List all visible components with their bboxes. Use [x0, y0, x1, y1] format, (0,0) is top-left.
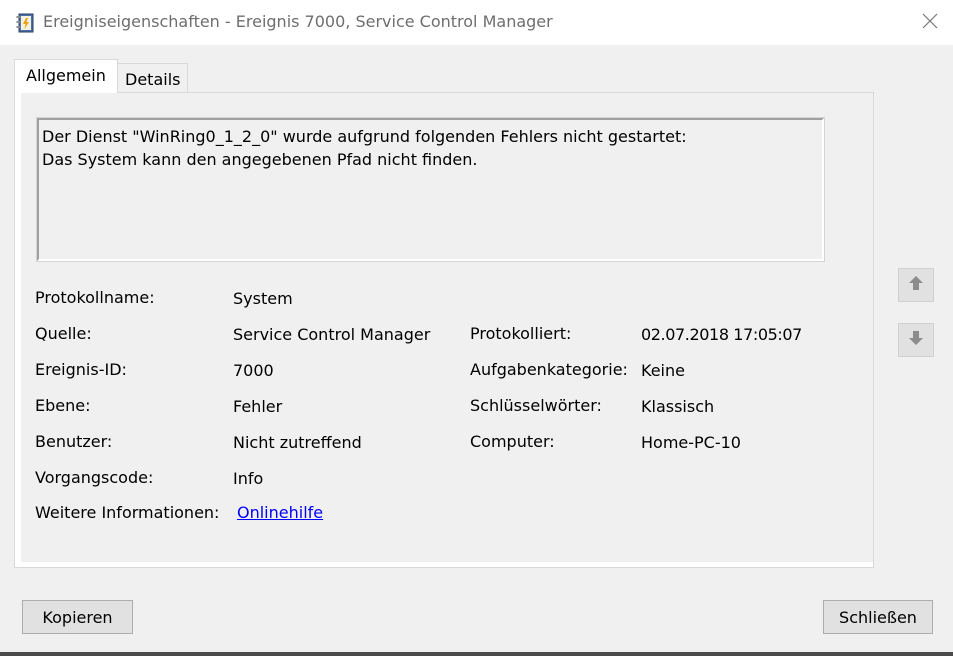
- previous-event-button[interactable]: [898, 268, 934, 302]
- general-tab-panel: Der Dienst "WinRing0_1_2_0" wurde aufgru…: [14, 92, 874, 568]
- task-category-label: Aufgabenkategorie:: [470, 360, 628, 379]
- logged-label: Protokolliert:: [470, 324, 572, 343]
- more-info-label: Weitere Informationen:: [35, 503, 220, 522]
- log-name-label: Protokollname:: [35, 288, 155, 307]
- close-icon: [922, 13, 938, 33]
- title-bar[interactable]: Ereigniseigenschaften - Ereignis 7000, S…: [0, 0, 953, 45]
- tab-details[interactable]: Details: [118, 63, 188, 93]
- event-properties-icon: [16, 13, 34, 33]
- arrow-up-icon: [907, 274, 925, 296]
- general-panel-content: Der Dienst "WinRing0_1_2_0" wurde aufgru…: [21, 93, 873, 562]
- opcode-label: Vorgangscode:: [35, 468, 154, 487]
- computer-label: Computer:: [470, 432, 555, 451]
- logged-value: 02.07.2018 17:05:07: [641, 325, 802, 344]
- keywords-label: Schlüsselwörter:: [470, 396, 602, 415]
- window-title: Ereigniseigenschaften - Ereignis 7000, S…: [43, 12, 553, 31]
- event-properties-window: Ereigniseigenschaften - Ereignis 7000, S…: [0, 0, 953, 656]
- next-event-button[interactable]: [898, 323, 934, 357]
- close-button[interactable]: Schließen: [823, 600, 933, 634]
- event-description-textbox[interactable]: Der Dienst "WinRing0_1_2_0" wurde aufgru…: [36, 117, 825, 262]
- computer-value: Home-PC-10: [641, 433, 741, 452]
- opcode-value: Info: [233, 469, 264, 488]
- event-id-label: Ereignis-ID:: [35, 360, 127, 379]
- source-label: Quelle:: [35, 324, 92, 343]
- event-id-value: 7000: [233, 361, 274, 380]
- arrow-down-icon: [907, 329, 925, 351]
- level-value: Fehler: [233, 397, 283, 416]
- user-value: Nicht zutreffend: [233, 433, 362, 452]
- close-window-button[interactable]: [907, 0, 953, 45]
- level-label: Ebene:: [35, 396, 91, 415]
- window-bottom-edge: [0, 652, 953, 656]
- source-value: Service Control Manager: [233, 325, 431, 344]
- keywords-value: Klassisch: [641, 397, 715, 416]
- task-category-value: Keine: [641, 361, 685, 380]
- tab-general[interactable]: Allgemein: [14, 59, 118, 93]
- online-help-link[interactable]: Onlinehilfe: [237, 503, 323, 522]
- dialog-client-area: Allgemein Details Der Dienst "WinRing0_1…: [0, 45, 953, 656]
- user-label: Benutzer:: [35, 432, 113, 451]
- log-name-value: System: [233, 289, 293, 308]
- copy-button[interactable]: Kopieren: [22, 600, 133, 634]
